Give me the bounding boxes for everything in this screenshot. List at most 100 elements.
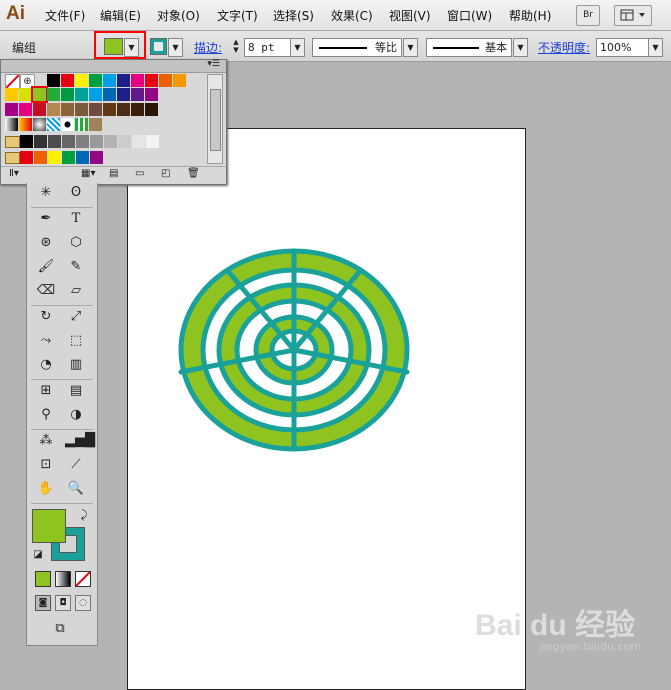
gradient-swatch[interactable] [33, 118, 46, 131]
color-swatch[interactable] [5, 88, 18, 101]
color-group-swatch[interactable] [62, 151, 75, 164]
color-swatch[interactable] [75, 103, 88, 116]
fill-color-swatch[interactable] [104, 38, 123, 55]
perspective-grid-icon[interactable]: ▥ [65, 355, 87, 375]
color-swatch[interactable] [61, 103, 74, 116]
color-swatch[interactable] [47, 103, 60, 116]
scrollbar-thumb[interactable] [210, 89, 221, 151]
draw-inside-icon[interactable]: ◌ [75, 595, 91, 611]
paintbrush-icon[interactable]: 🖌 [35, 257, 57, 277]
color-swatch[interactable] [145, 103, 158, 116]
menu-item[interactable]: 窗口(W) [447, 7, 492, 24]
draw-normal-icon[interactable]: ◙ [35, 595, 51, 611]
stroke-weight-input[interactable]: 8 pt [244, 38, 293, 57]
profile-chevron-icon[interactable]: ▼ [403, 38, 418, 57]
color-swatch[interactable] [131, 74, 144, 87]
color-swatch[interactable] [131, 88, 144, 101]
symbol-sprayer-icon[interactable]: ⁂ [35, 431, 57, 451]
swap-fill-stroke-icon[interactable]: ⤸ [73, 505, 95, 525]
opacity-panel-link[interactable]: 不透明度: [538, 39, 590, 56]
color-group-swatch[interactable] [90, 151, 103, 164]
stroke-panel-link[interactable]: 描边: [194, 39, 222, 56]
blob-brush-icon[interactable]: ⌫ [35, 281, 57, 301]
registration-swatch-icon[interactable]: ⊕ [20, 74, 35, 89]
opacity-chevron-icon[interactable]: ▼ [648, 38, 663, 57]
selected-color-swatch[interactable] [31, 86, 48, 103]
color-swatch[interactable] [75, 74, 88, 87]
gray-swatch[interactable] [34, 135, 47, 148]
color-group-folder-icon[interactable] [5, 152, 20, 164]
gradient-swatch[interactable] [19, 118, 32, 131]
color-swatch[interactable] [5, 103, 18, 116]
opacity-input[interactable]: 100% [596, 38, 649, 57]
free-transform-icon[interactable]: ⬚ [65, 331, 87, 351]
color-swatch[interactable] [103, 103, 116, 116]
color-group-swatch[interactable] [20, 151, 33, 164]
scale-tool-icon[interactable]: ⤢ [65, 307, 87, 327]
blend-tool-icon[interactable]: ◑ [65, 405, 87, 425]
shape-builder-icon[interactable]: ◔ [35, 355, 57, 375]
slice-tool-icon[interactable]: ⟋ [65, 455, 87, 475]
eyedropper-icon[interactable]: ⚲ [35, 405, 57, 425]
bridge-button[interactable]: Br [576, 5, 600, 26]
color-swatch[interactable] [159, 74, 172, 87]
magic-wand-icon[interactable]: ✳ [35, 183, 57, 203]
new-color-group-icon[interactable]: ▭ [135, 168, 144, 179]
color-swatch[interactable] [117, 74, 130, 87]
stroke-weight-spinner-icon[interactable]: ▲ ▼ [230, 38, 242, 55]
pen-tool-icon[interactable]: ✒ [35, 209, 57, 229]
gray-swatch[interactable] [76, 135, 89, 148]
artboard-tool-icon[interactable]: ⊡ [35, 455, 57, 475]
none-mode-icon[interactable] [75, 571, 91, 587]
color-swatch[interactable] [75, 88, 88, 101]
color-group-swatch[interactable] [48, 151, 61, 164]
none-swatch[interactable] [5, 74, 20, 89]
gray-swatch[interactable] [48, 135, 61, 148]
color-swatch[interactable] [117, 103, 130, 116]
color-mode-icon[interactable] [35, 571, 51, 587]
pattern-swatch[interactable] [47, 118, 60, 131]
eraser-icon[interactable]: ▱ [65, 281, 87, 301]
gray-swatch[interactable] [132, 135, 145, 148]
default-fill-stroke-icon[interactable]: ◪ [27, 545, 49, 565]
menu-item[interactable]: 视图(V) [389, 7, 431, 24]
swatch-options-icon[interactable]: ▤ [109, 168, 118, 179]
gray-swatch[interactable] [146, 135, 159, 148]
swatch-scrollbar[interactable] [207, 74, 223, 164]
polygon-tool-icon[interactable]: ⬡ [65, 233, 87, 253]
width-tool-icon[interactable]: ⤳ [35, 331, 57, 351]
menu-item[interactable]: 帮助(H) [509, 7, 551, 24]
color-swatch[interactable] [103, 88, 116, 101]
color-swatch[interactable] [131, 103, 144, 116]
column-graph-icon[interactable]: ▂▅█ [65, 431, 95, 451]
menu-item[interactable]: 文件(F) [45, 7, 85, 24]
variable-width-profile-select[interactable]: 等比 [312, 38, 402, 57]
delete-swatch-icon[interactable]: 🗑 [187, 168, 200, 179]
color-group-folder-icon[interactable] [5, 136, 20, 148]
color-swatch[interactable] [89, 103, 102, 116]
brush-definition-select[interactable]: 基本 [426, 38, 512, 57]
color-swatch[interactable] [47, 88, 60, 101]
color-swatch[interactable] [145, 74, 158, 87]
draw-behind-icon[interactable]: ◘ [55, 595, 71, 611]
color-swatch[interactable] [103, 74, 116, 87]
panel-menu-icon[interactable]: ▾☰ [207, 59, 220, 69]
menu-item[interactable]: 选择(S) [273, 7, 314, 24]
lasso-icon[interactable]: ʘ [65, 183, 87, 203]
gradient-mode-icon[interactable] [55, 571, 71, 587]
gray-swatch[interactable] [20, 135, 33, 148]
pattern-swatch[interactable] [61, 118, 74, 131]
color-group-swatch[interactable] [76, 151, 89, 164]
pattern-swatch[interactable] [89, 118, 102, 131]
gradient-swatch[interactable] [5, 118, 18, 131]
menu-item[interactable]: 文字(T) [217, 7, 258, 24]
color-group-swatch[interactable] [34, 151, 47, 164]
fill-dropdown-chevron-icon[interactable]: ▼ [124, 38, 139, 57]
show-kinds-icon[interactable]: ▦▾ [81, 168, 95, 179]
swatch-libraries-icon[interactable]: Ⅱ▾ [9, 168, 19, 179]
color-swatch[interactable] [145, 88, 158, 101]
color-swatch[interactable] [61, 88, 74, 101]
color-swatch[interactable] [33, 103, 46, 116]
gray-swatch[interactable] [118, 135, 131, 148]
color-swatch[interactable] [173, 74, 186, 87]
